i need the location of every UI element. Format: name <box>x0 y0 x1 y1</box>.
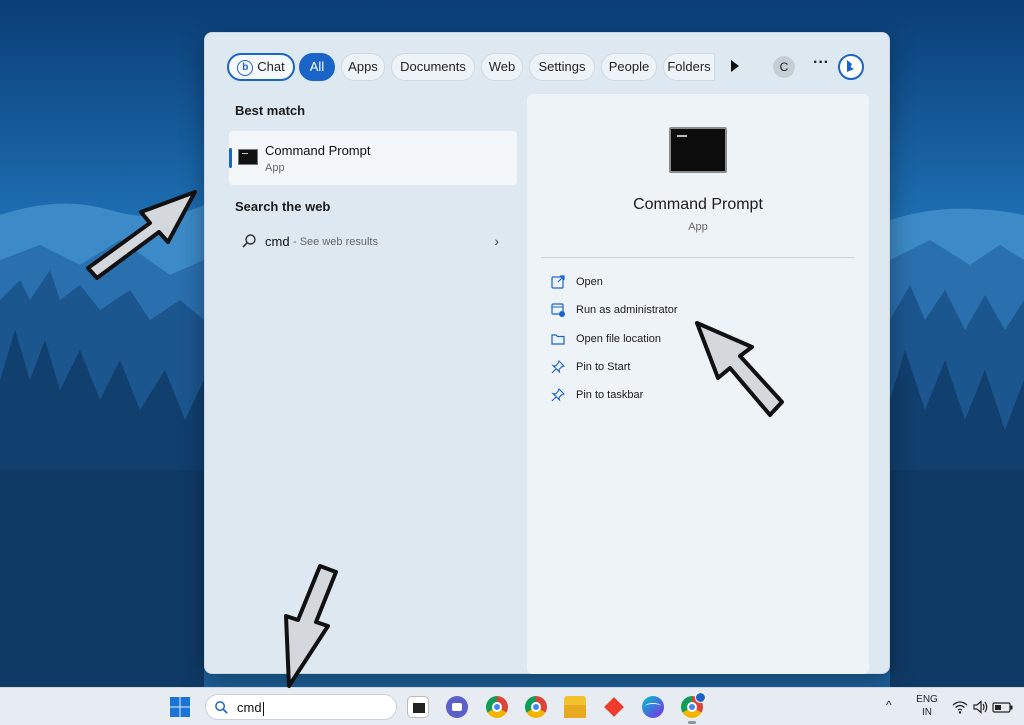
more-options-icon[interactable]: ··· <box>811 55 831 75</box>
best-match-app-type: App <box>265 162 285 174</box>
pin-icon <box>551 388 565 402</box>
language-indicator[interactable]: ENG IN <box>913 693 941 719</box>
folder-icon <box>551 334 565 345</box>
detail-app-name: Command Prompt <box>633 196 763 213</box>
search-filter-bar: b Chat All Apps Documents Web Settings Pe… <box>227 53 867 83</box>
search-icon <box>242 234 256 248</box>
filter-chip-web[interactable]: Web <box>481 53 523 81</box>
action-run-as-administrator[interactable]: Run as administrator <box>549 300 849 322</box>
anydesk-icon[interactable] <box>603 696 625 718</box>
volume-icon <box>973 700 988 714</box>
account-avatar[interactable]: C <box>773 56 795 78</box>
chrome-icon[interactable] <box>486 696 508 718</box>
file-explorer-icon[interactable] <box>564 696 586 718</box>
taskbar-search-box[interactable]: cmd <box>205 694 397 720</box>
best-match-app-name: Command Prompt <box>265 143 371 158</box>
chrome-icon[interactable] <box>525 696 547 718</box>
teams-icon[interactable] <box>446 696 468 718</box>
action-pin-to-taskbar[interactable]: Pin to taskbar <box>549 385 849 407</box>
web-search-query: cmd <box>265 234 290 249</box>
taskbar: cmd ^ ENG IN <box>0 687 1024 725</box>
battery-icon <box>992 702 1013 713</box>
action-open-file-location[interactable]: Open file location <box>549 329 849 351</box>
windows-start-icon[interactable] <box>170 697 190 717</box>
start-search-panel: b Chat All Apps Documents Web Settings Pe… <box>204 32 890 674</box>
shield-window-icon <box>551 303 565 317</box>
best-match-heading: Best match <box>235 103 306 118</box>
search-icon <box>215 701 228 714</box>
filter-chip-documents[interactable]: Documents <box>391 53 475 81</box>
best-match-result[interactable]: Command Prompt App <box>229 131 517 185</box>
filter-chip-chat[interactable]: b Chat <box>227 53 295 81</box>
bing-chat-icon[interactable] <box>837 53 865 81</box>
canva-icon[interactable] <box>642 696 664 718</box>
filter-chip-apps[interactable]: Apps <box>341 53 385 81</box>
cmd-icon[interactable] <box>407 696 429 718</box>
filter-chip-people[interactable]: People <box>601 53 657 81</box>
bing-logo-icon: b <box>237 59 254 76</box>
web-search-result[interactable]: cmd - See web results › <box>229 227 517 257</box>
chevron-right-icon[interactable]: › <box>494 233 499 249</box>
wifi-icon <box>952 701 968 714</box>
taskbar-search-input[interactable]: cmd <box>237 700 264 716</box>
chevron-up-icon[interactable]: ^ <box>886 698 892 712</box>
play-arrow-icon[interactable] <box>731 60 739 72</box>
filter-chip-all[interactable]: All <box>299 53 335 81</box>
filter-chip-folders[interactable]: Folders <box>663 53 715 81</box>
command-prompt-icon <box>238 149 258 165</box>
action-open[interactable]: Open <box>549 272 849 294</box>
command-prompt-large-icon <box>669 127 727 173</box>
pin-icon <box>551 360 565 374</box>
divider <box>541 257 855 258</box>
running-indicator <box>688 721 696 724</box>
web-search-hint: - See web results <box>293 236 378 248</box>
open-external-icon <box>551 275 565 289</box>
action-pin-to-start[interactable]: Pin to Start <box>549 357 849 379</box>
filter-chip-settings[interactable]: Settings <box>529 53 595 81</box>
search-web-heading: Search the web <box>235 199 331 214</box>
system-tray-icons[interactable] <box>952 699 1014 715</box>
chrome-profile-icon[interactable] <box>681 692 706 718</box>
detail-app-type: App <box>688 221 708 233</box>
selection-indicator <box>229 148 232 168</box>
result-detail-pane: Command Prompt App Open Run as administr… <box>527 94 869 674</box>
